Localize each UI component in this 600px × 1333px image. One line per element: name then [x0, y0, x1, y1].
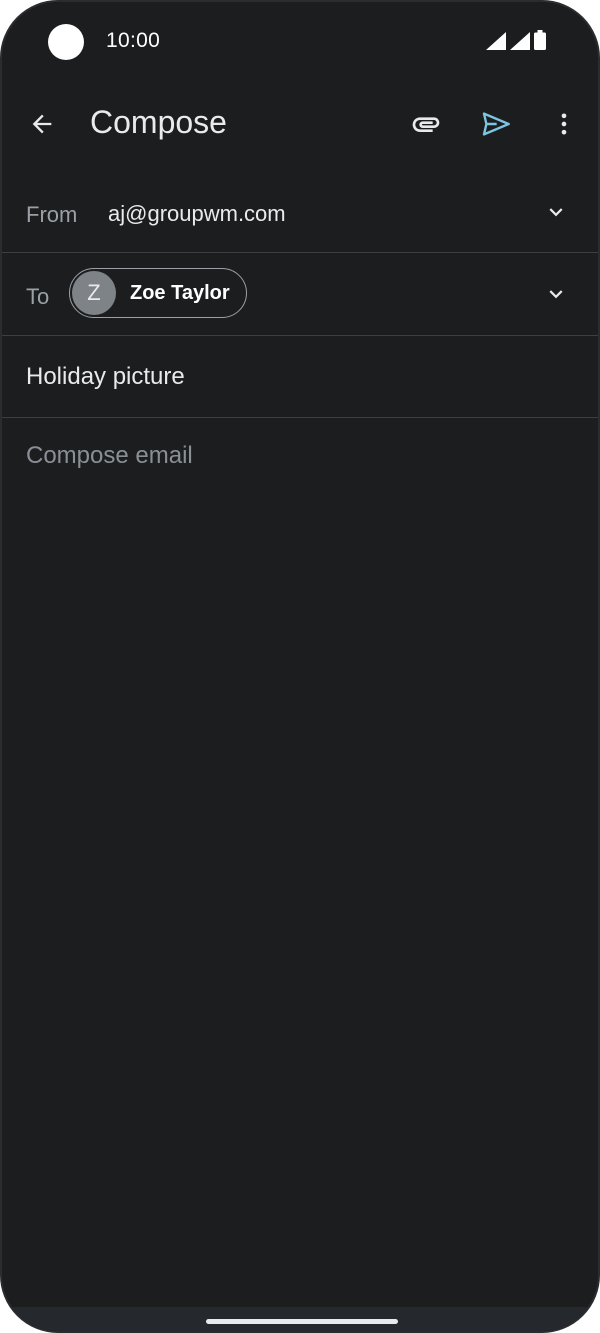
page-title: Compose: [90, 104, 227, 140]
more-options-button[interactable]: [542, 102, 586, 146]
app-bar: Compose: [2, 82, 598, 166]
more-vert-icon: [561, 113, 567, 135]
from-address[interactable]: aj@groupwm.com: [108, 201, 286, 227]
recipient-name: Zoe Taylor: [130, 281, 230, 304]
chevron-down-icon: [549, 290, 563, 299]
wifi-icon: [486, 32, 506, 50]
avatar: Z: [72, 271, 116, 315]
from-expand-button[interactable]: [538, 194, 574, 230]
send-button[interactable]: [474, 102, 518, 146]
battery-icon: [534, 30, 546, 50]
subject-field[interactable]: Holiday picture: [26, 363, 185, 391]
home-indicator[interactable]: [206, 1319, 398, 1324]
status-icons: [486, 30, 546, 50]
to-label: To: [26, 284, 50, 309]
navigation-bar: [2, 1307, 598, 1331]
subject-row[interactable]: Holiday picture: [2, 336, 598, 418]
camera-cutout: [48, 24, 84, 60]
cellular-icon: [510, 32, 530, 50]
send-icon: [482, 112, 510, 136]
from-label: From: [26, 202, 78, 227]
status-bar: 10:00: [2, 2, 598, 80]
from-row: From aj@groupwm.com: [2, 172, 598, 253]
chevron-down-icon: [549, 208, 563, 217]
phone-screen: 10:00 Compose From aj@groupwm.com To Z Z…: [0, 0, 600, 1333]
to-row: To Z Zoe Taylor: [2, 253, 598, 336]
back-button[interactable]: [20, 102, 64, 146]
attach-button[interactable]: [404, 102, 448, 146]
compose-body-field[interactable]: Compose email: [26, 442, 193, 470]
arrow-back-icon: [32, 114, 52, 134]
to-expand-button[interactable]: [538, 276, 574, 312]
paperclip-icon: [412, 117, 440, 132]
recipient-chip[interactable]: Z Zoe Taylor: [69, 268, 247, 318]
status-time: 10:00: [106, 29, 161, 52]
